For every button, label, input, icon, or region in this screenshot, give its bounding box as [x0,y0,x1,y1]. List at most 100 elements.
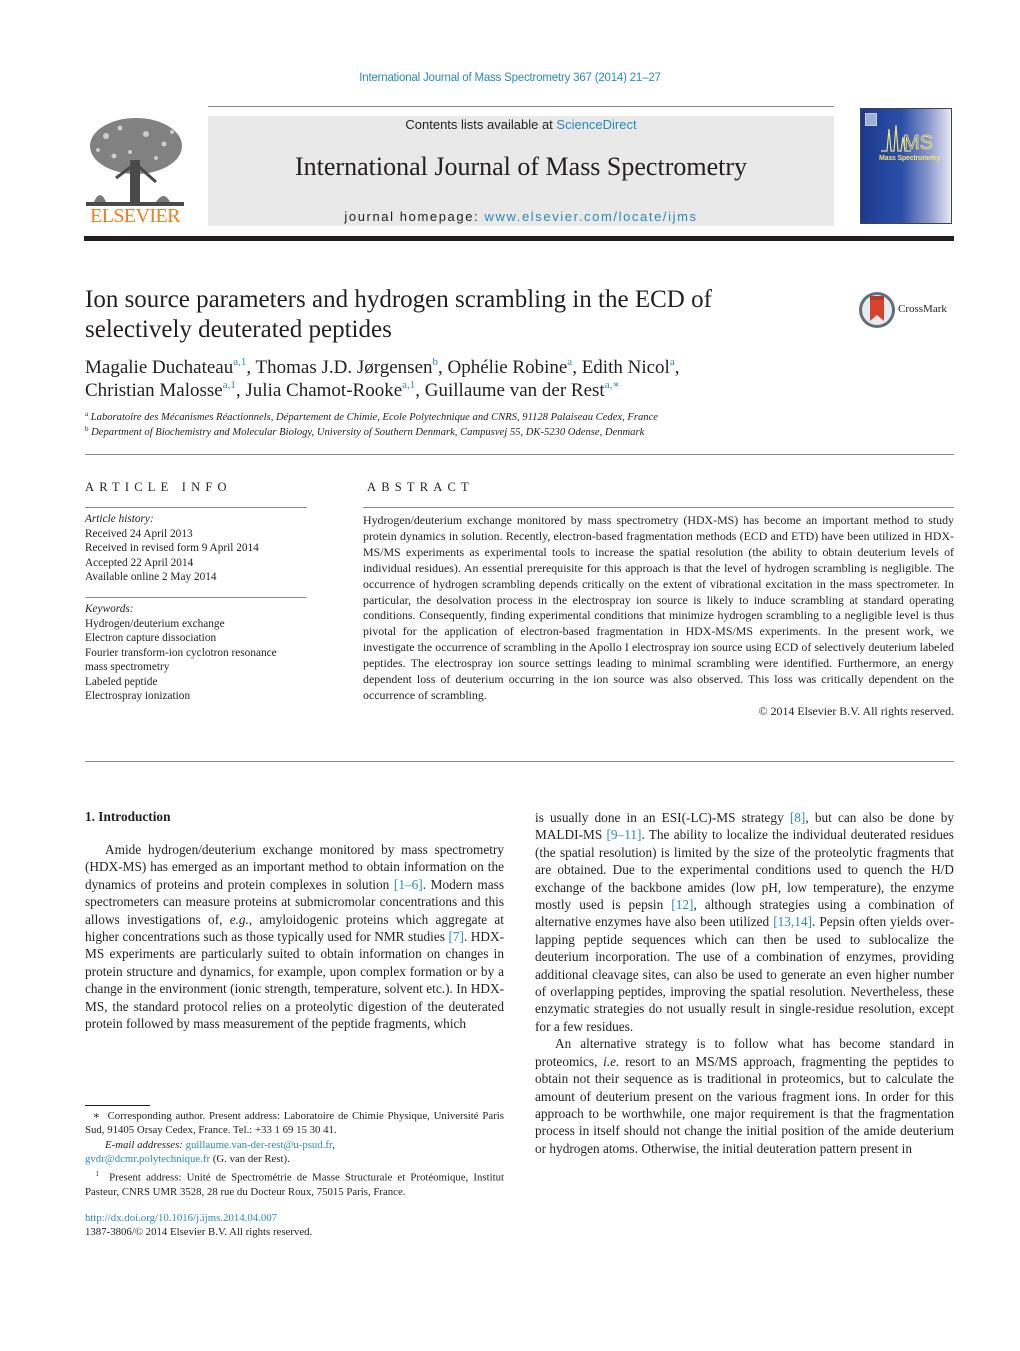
author-name: Guillaume van der Rest [424,380,605,401]
keyword-item: Electron capture dissociation [85,632,217,644]
affiliation-text: Department of Biochemistry and Molecular… [91,427,645,438]
author-affiliation-link[interactable]: a,1 [402,379,415,391]
footnote-rule [85,1105,150,1106]
keyword-item: Hydrogen/deuterium exchange [85,617,225,630]
affiliation-b: b Department of Biochemistry and Molecul… [85,425,955,440]
affiliation-text: Laboratoire des Mécanismes Réactionnels,… [90,412,658,423]
author-affiliation-link[interactable]: a,1 [223,379,236,391]
abstract: Hydrogen/deuterium exchange monitored by… [363,513,954,720]
doi-block: http://dx.doi.org/10.1016/j.ijms.2014.04… [85,1211,504,1240]
author-name: Edith Nicol [581,357,670,378]
italic-text: e.g. [229,911,249,927]
email-link[interactable]: guillaume.van-der-rest@u-psud.fr [186,1139,333,1151]
article-info-rule [85,507,307,508]
keyword-item: Electrospray ionization [85,690,191,702]
footnote-mark: 1 [95,1169,99,1178]
issn-line: 1387-3806/© 2014 Elsevier B.V. All right… [85,1226,313,1239]
author-name: Ophélie Robine [447,357,568,378]
abstract-copyright: © 2014 Elsevier B.V. All rights reserved… [758,703,954,718]
elsevier-tree-icon [86,116,184,208]
author-affiliation-link[interactable]: a,1 [233,356,246,368]
journal-masthead: Contents lists available at ScienceDirec… [208,116,834,226]
journal-cover-image[interactable]: MS Mass Spectrometry [860,108,952,224]
crossmark-button[interactable]: CrossMark [858,291,958,329]
footnote-mark: ∗ [92,1110,100,1122]
author-3[interactable]: Ophélie Robinea [447,357,573,379]
homepage-link[interactable]: www.elsevier.com/locate/ijms [484,209,697,224]
elsevier-wordmark: ELSEVIER [90,205,180,227]
citation-link[interactable]: [8] [790,810,806,825]
svg-text:MS: MS [903,132,933,154]
journal-homepage: journal homepage: www.elsevier.com/locat… [208,209,834,224]
citation-link[interactable]: [12] [671,897,693,912]
author-name: Christian Malosse [85,380,223,401]
author-name: Julia Chamot-Rooke [245,380,403,401]
journal-name: International Journal of Mass Spectromet… [295,152,747,181]
keyword-item: Labeled peptide [85,675,158,688]
author-separator: , [235,380,246,401]
sciencedirect-link[interactable]: ScienceDirect [556,117,636,132]
author-name: Magalie Duchateau [85,357,234,378]
author-2[interactable]: Thomas J.D. Jørgensenb [255,357,438,379]
cover-title: Mass Spectrometry [879,155,941,162]
citation-link[interactable]: [13,14] [773,914,812,929]
citation-link[interactable]: [1–6] [394,877,423,892]
crossmark-label: CrossMark [898,303,947,315]
author-name: Thomas J.D. Jørgensen [255,357,433,378]
author-separator: , [572,357,582,378]
author-separator: , [246,357,256,378]
article-history-label: Article history: [85,513,154,525]
affiliation-label: a [85,410,89,418]
author-7[interactable]: Guillaume van der Resta,∗ [424,379,620,402]
author-6[interactable]: Julia Chamot-Rookea,1 [245,379,415,402]
body-text: . HDX-MS experiments are particularly su… [85,929,504,1032]
article-info-heading: ARTICLE INFO [85,480,232,494]
abstract-rule [363,507,954,508]
doi-link[interactable]: http://dx.doi.org/10.1016/j.ijms.2014.04… [85,1212,277,1224]
history-accepted: Accepted 22 April 2014 [85,556,194,569]
body-column-left: Amide hydrogen/deuterium exchange monito… [85,841,504,1032]
author-affiliation-link[interactable]: a,∗ [605,379,620,391]
article-history: Article history: Received 24 April 2013 … [85,512,315,585]
citation-link[interactable]: [9–11] [606,827,641,842]
cover-spectrum-icon: MS [881,124,933,154]
article-title: Ion source parameters and hydrogen scram… [85,285,785,345]
header-rule [208,106,834,107]
article-title-line-2: selectively deuterated peptides [85,316,392,343]
keywords-label: Keywords: [85,603,134,615]
affiliation-label: b [85,425,89,433]
author-5[interactable]: Christian Malossea,1 [85,379,236,402]
paragraph: is usually done in an ESI(-LC)-MS strate… [535,809,954,1035]
masthead-bottom-rule [84,236,954,241]
citation-link[interactable]: [7] [448,929,464,944]
footnote-emails: E-mail addresses: guillaume.van-der-rest… [85,1138,335,1166]
running-header[interactable]: International Journal of Mass Spectromet… [0,72,1020,84]
contents-line: Contents lists available at ScienceDirec… [208,117,834,132]
body-text: . Pepsin often yields over­lapping pepti… [535,914,954,1034]
abstract-bottom-rule [85,761,954,762]
elsevier-logo[interactable]: ELSEVIER [84,116,186,228]
author-separator: , [674,357,680,378]
crossmark-icon [859,292,895,328]
history-online: Available online 2 May 2014 [85,571,217,583]
abstract-heading: ABSTRACT [367,480,474,494]
paragraph: An alternative strategy is to follow wha… [535,1035,954,1157]
paragraph: Amide hydrogen/deuterium exchange monito… [85,841,504,1032]
history-received: Received 24 April 2013 [85,527,193,540]
email-owner: (G. van der Rest). [212,1153,290,1166]
author-separator: , [438,357,448,378]
email-label: E-mail addresses: [105,1138,183,1151]
author-4[interactable]: Edith Nicola [581,357,675,379]
body-column-right: is usually done in an ESI(-LC)-MS strate… [535,809,954,1157]
author-1[interactable]: Magalie Duchateaua,1 [85,356,246,379]
keywords: Keywords: Hydrogen/deuterium exchange El… [85,602,325,704]
keywords-rule [85,597,307,598]
email-link[interactable]: gvdr@dcmr.polytechnique.fr [85,1153,210,1165]
body-text: is usually done in an ESI(-LC)-MS strate… [535,810,790,825]
abstract-text: Hydrogen/deuterium exchange monitored by… [363,513,954,702]
history-revised: Received in revised form 9 April 2014 [85,542,259,554]
footnote-text: Present address: Unité de Spectrométrie … [85,1171,504,1198]
footnote-corresponding: ∗ Corresponding author. Present address:… [85,1109,504,1138]
contents-prefix: Contents lists available at [405,117,557,132]
affiliations: a Laboratoire des Mécanismes Réactionnel… [85,410,955,440]
